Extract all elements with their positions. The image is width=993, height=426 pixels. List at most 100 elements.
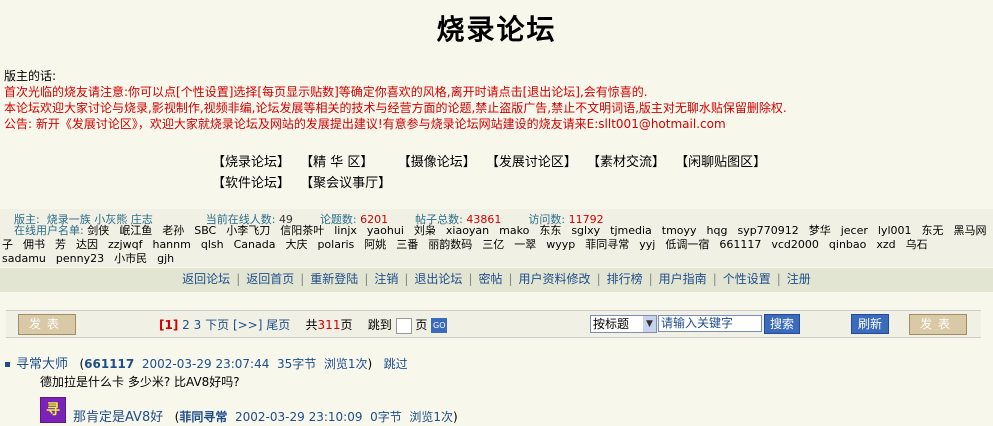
menu-separator: |: [404, 272, 409, 286]
online-user[interactable]: wyyp: [546, 238, 575, 251]
nav-sucai[interactable]: 【素材交流】: [587, 155, 665, 170]
online-user[interactable]: syp770912: [737, 224, 798, 237]
search-type-select[interactable]: 按标题 ▼: [590, 315, 657, 333]
online-user[interactable]: lyl001: [878, 224, 912, 237]
online-user[interactable]: xzd: [876, 238, 895, 251]
topic-author[interactable]: 寻常大师: [16, 357, 68, 372]
forum-title: 烧录论坛: [436, 13, 557, 46]
online-user[interactable]: jecer: [841, 224, 868, 237]
online-user[interactable]: Canada: [234, 238, 276, 251]
online-user[interactable]: 丽韵数码: [428, 238, 472, 251]
next-page-link[interactable]: 下页: [205, 318, 229, 332]
online-user[interactable]: 小市民: [114, 252, 147, 265]
menu-item[interactable]: 用户资料修改: [519, 272, 591, 286]
nav-shexiang[interactable]: 【摄像论坛】: [398, 155, 476, 170]
online-user[interactable]: xiaoyan: [446, 224, 489, 237]
online-user[interactable]: vcd2000: [771, 238, 819, 251]
reply-bytes: 0字节: [370, 410, 402, 424]
online-user[interactable]: zzjwqf: [108, 238, 142, 251]
menu-separator: |: [364, 272, 369, 286]
topic-row: 寻常大师 (661117 2002-03-29 23:07:44 35字节 浏览…: [5, 353, 408, 372]
online-user[interactable]: polaris: [317, 238, 354, 251]
online-user[interactable]: mako: [499, 224, 529, 237]
nav-juhui[interactable]: 【聚会议事厅】: [300, 176, 391, 191]
online-user[interactable]: tmoyy: [662, 224, 697, 237]
nav-shaolu[interactable]: 【烧录论坛】: [212, 155, 290, 170]
search-input[interactable]: 请输入关键字: [658, 315, 762, 332]
reply-author[interactable]: 菲同寻常: [179, 410, 227, 424]
menu-item[interactable]: 返回论坛: [182, 272, 230, 286]
nav-fazhan[interactable]: 【发展讨论区】: [486, 155, 577, 170]
online-user[interactable]: sadamu: [2, 252, 46, 265]
online-user[interactable]: 阿姚: [364, 238, 386, 251]
online-user[interactable]: qlsh: [201, 238, 224, 251]
online-user[interactable]: 东东: [539, 224, 561, 237]
online-user[interactable]: 三亿: [482, 238, 504, 251]
current-page: [1]: [159, 318, 179, 332]
chevron-down-icon: ▼: [643, 316, 656, 332]
post-button-2[interactable]: 发表: [909, 314, 967, 335]
online-user[interactable]: 菲同寻常: [585, 238, 629, 251]
menu-separator: |: [596, 272, 601, 286]
menu-item[interactable]: 退出论坛: [414, 272, 462, 286]
online-user[interactable]: hqg: [707, 224, 728, 237]
more-pages-link[interactable]: [>>]: [233, 318, 262, 332]
online-user[interactable]: 乌石: [906, 238, 928, 251]
menu-item[interactable]: 返回首页: [246, 272, 294, 286]
topic-bytes: 35字节: [276, 357, 317, 371]
reply-date: 2002-03-29 23:10:09: [235, 410, 363, 424]
reply-subject[interactable]: 那肯定是AV8好: [73, 410, 163, 425]
menu-item[interactable]: 重新登陆: [310, 272, 358, 286]
online-user[interactable]: 东无: [922, 224, 944, 237]
nav-xianliao[interactable]: 【闲聊贴图区】: [675, 155, 766, 170]
online-user[interactable]: 刘枭: [414, 224, 436, 237]
online-user[interactable]: 一翠: [514, 238, 536, 251]
online-user[interactable]: linjx: [334, 224, 357, 237]
online-user[interactable]: 剑侠: [87, 224, 109, 237]
online-user[interactable]: 小李飞刀: [226, 224, 270, 237]
online-user[interactable]: yyj: [639, 238, 655, 251]
menu-item[interactable]: 注册: [787, 272, 811, 286]
online-user[interactable]: 梦华: [809, 224, 831, 237]
topic-body[interactable]: 德加拉是什么卡 多少米? 比AV8好吗?: [40, 373, 240, 390]
last-page-link[interactable]: 尾页: [266, 318, 290, 332]
online-user[interactable]: 岷江鱼: [119, 224, 152, 237]
topic-author-id[interactable]: 661117: [84, 357, 134, 371]
refresh-button[interactable]: 刷新: [851, 314, 889, 334]
online-user[interactable]: sglxy: [571, 224, 600, 237]
search-button[interactable]: 搜索: [764, 314, 800, 334]
menu-item[interactable]: 排行榜: [607, 272, 643, 286]
page-3-link[interactable]: 3: [194, 318, 202, 332]
forum-stats-panel: 版主: 烧录一族 小灰熊 庄志 当前在线人数: 49 论题数: 6201 帖子总…: [0, 209, 993, 267]
online-user[interactable]: penny23: [56, 252, 104, 265]
topic-date: 2002-03-29 23:07:44: [141, 357, 270, 371]
page-2-link[interactable]: 2: [182, 318, 190, 332]
online-user[interactable]: tjmedia: [610, 224, 652, 237]
online-user[interactable]: 芳: [55, 238, 66, 251]
skip-link[interactable]: 跳过: [384, 357, 408, 371]
post-button[interactable]: 发表: [18, 314, 76, 335]
menu-item[interactable]: 用户指南: [659, 272, 707, 286]
menu-item[interactable]: 个性设置: [723, 272, 771, 286]
online-user[interactable]: SBC: [194, 224, 216, 237]
online-user[interactable]: 老孙: [162, 224, 184, 237]
online-user[interactable]: 三番: [396, 238, 418, 251]
online-user[interactable]: 佣书: [23, 238, 45, 251]
pager-toolbar: 发表 [1] 2 3 下页 [>>] 尾页 共311页 跳到 页 GO 按标题 …: [6, 310, 981, 338]
online-user[interactable]: 低调一宿: [665, 238, 709, 251]
online-user[interactable]: hannm: [152, 238, 190, 251]
go-button[interactable]: GO: [431, 318, 448, 333]
jump-page-input[interactable]: [395, 317, 412, 334]
nav-ruanjian[interactable]: 【软件论坛】: [212, 176, 290, 191]
online-user[interactable]: gjh: [157, 252, 174, 265]
menu-item[interactable]: 密帖: [478, 272, 502, 286]
online-user[interactable]: 达因: [76, 238, 98, 251]
online-user[interactable]: 大庆: [285, 238, 307, 251]
nav-jinghua[interactable]: 【精 华 区】: [300, 155, 373, 170]
menu-item[interactable]: 注销: [374, 272, 398, 286]
online-user[interactable]: 信阳茶叶: [280, 224, 324, 237]
forum-nav: 【烧录论坛】 【精 华 区】 【摄像论坛】 【发展讨论区】 【素材交流】 【闲聊…: [212, 152, 772, 194]
online-user[interactable]: 661117: [719, 238, 761, 251]
online-user[interactable]: qinbao: [829, 238, 866, 251]
online-user[interactable]: yaohui: [367, 224, 404, 237]
